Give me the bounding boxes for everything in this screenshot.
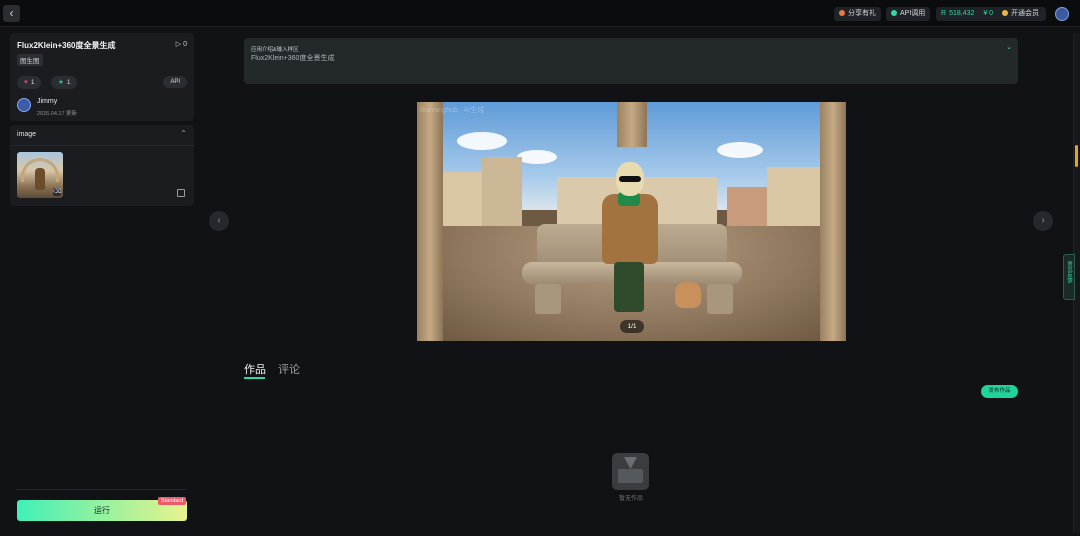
- empty-inbox-drop: [624, 457, 637, 469]
- result-image[interactable]: Runninghub · AI生成 1/1: [417, 102, 846, 341]
- image-input-label: image: [17, 131, 37, 138]
- category-tag: 图生图: [17, 54, 43, 66]
- watermark: Runninghub · AI生成: [420, 107, 485, 114]
- image-pillar: [617, 102, 647, 147]
- app-intro-panel[interactable]: 应用介绍&输入样区 Flux2Klein+360度全景生成 ⌄: [244, 38, 1018, 84]
- membership-button[interactable]: 开通会员: [1002, 10, 1039, 17]
- delete-icon[interactable]: ⌫: [53, 188, 61, 196]
- author-name[interactable]: Jimmy: [37, 98, 57, 105]
- image-counter: 1/1: [620, 320, 644, 333]
- api-call-button[interactable]: API调用: [886, 7, 931, 21]
- feedback-tab-label: 意见反馈: [1066, 261, 1072, 283]
- tab-works[interactable]: 作品: [244, 361, 266, 377]
- divider: [10, 145, 194, 146]
- divider: [16, 489, 187, 490]
- image-input-card: image ⌃ ⌫: [10, 125, 194, 206]
- next-image-button[interactable]: ›: [1033, 211, 1053, 231]
- chevron-left-icon: ‹: [217, 215, 221, 226]
- credits-value: 518,432: [949, 10, 975, 17]
- back-button[interactable]: ‹: [3, 5, 20, 22]
- empty-inbox-tray: [618, 469, 643, 483]
- balance-value: ¥ 0: [983, 10, 994, 17]
- image-bench-leg: [535, 284, 561, 314]
- chevron-double-down-icon[interactable]: ⌄: [1006, 43, 1012, 51]
- api-button[interactable]: API: [163, 76, 187, 88]
- share-gift-button[interactable]: 分享有礼: [834, 7, 881, 21]
- image-dog: [675, 282, 701, 308]
- tab-comments[interactable]: 评论: [278, 361, 300, 377]
- shield-icon: [891, 10, 897, 16]
- feedback-tab[interactable]: 意见反馈: [1063, 254, 1075, 300]
- scrollbar-thumb[interactable]: [1075, 145, 1078, 167]
- standard-badge: Standard: [158, 497, 187, 505]
- star-icon: ★: [58, 79, 64, 86]
- crown-icon: [1002, 10, 1009, 16]
- prev-image-button[interactable]: ‹: [209, 211, 229, 231]
- intro-heading: 应用介绍&输入样区: [251, 47, 299, 53]
- heart-icon: ♥: [24, 79, 28, 86]
- gift-icon: [839, 10, 845, 16]
- left-panel: Flux2Klein+360度全景生成 ▷ 0 图生图 ♥ 1 ★ 1 API Ji…: [10, 33, 194, 206]
- play-count: ▷ 0: [175, 41, 187, 48]
- uploaded-image-thumbnail[interactable]: ⌫: [17, 152, 63, 198]
- image-person-glasses: [619, 176, 641, 182]
- play-icon: ▷: [175, 41, 184, 48]
- user-avatar[interactable]: [1055, 7, 1069, 21]
- active-tab-indicator: [244, 377, 265, 379]
- intro-body: Flux2Klein+360度全景生成: [251, 55, 335, 62]
- chevron-right-icon: ›: [1041, 215, 1045, 226]
- like-button[interactable]: ♥ 1: [17, 76, 42, 89]
- update-date: 2026.04.17 更新: [37, 111, 78, 117]
- credits-icon: R: [941, 10, 947, 17]
- author-avatar[interactable]: [17, 98, 31, 112]
- empty-state-text: 暂无作品: [619, 496, 644, 502]
- app-title: Flux2Klein+360度全景生成: [17, 41, 116, 50]
- chevron-left-icon: ‹: [9, 6, 14, 20]
- edit-icon[interactable]: [177, 189, 185, 197]
- image-pillar: [417, 102, 443, 341]
- image-person: [600, 162, 660, 312]
- favorite-button[interactable]: ★ 1: [51, 76, 78, 89]
- image-pillar: [820, 102, 846, 341]
- wallet-bar: R 518,432 ¥ 0 开通会员: [936, 7, 1046, 21]
- empty-inbox-icon: [612, 453, 649, 490]
- app-info-card: Flux2Klein+360度全景生成 ▷ 0 图生图 ♥ 1 ★ 1 API Ji…: [10, 33, 194, 121]
- chevron-up-icon[interactable]: ⌃: [180, 129, 187, 138]
- top-bar: ‹ 分享有礼 API调用 R 518,432 ¥ 0 开通会员: [0, 0, 1080, 27]
- image-person-pants: [614, 262, 644, 312]
- thumbnail-figure: [35, 168, 45, 190]
- image-bench-leg: [707, 284, 733, 314]
- publish-work-button[interactable]: 发布作品: [981, 385, 1018, 398]
